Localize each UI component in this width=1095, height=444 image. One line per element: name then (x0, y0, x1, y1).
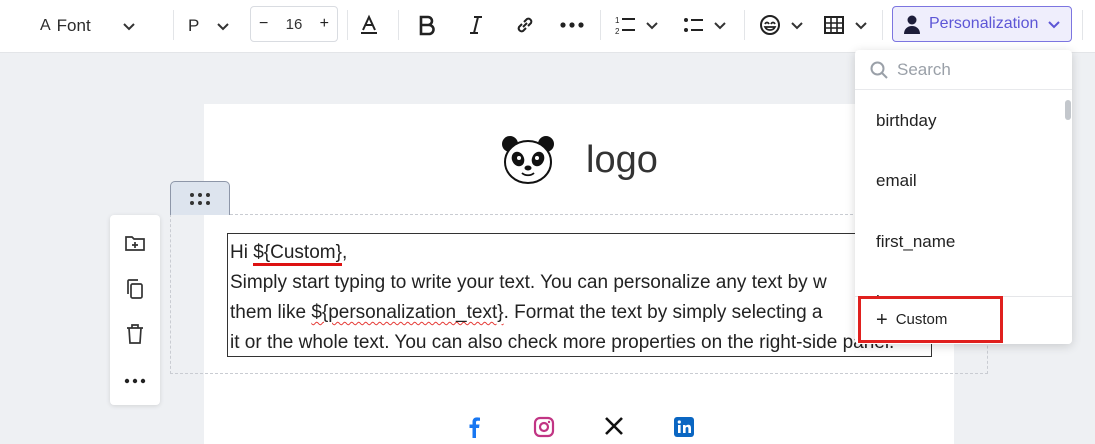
text-color-icon (361, 14, 377, 34)
panda-logo-icon (502, 136, 554, 184)
text-segment: Hi (230, 242, 254, 263)
toolbar-divider (347, 10, 348, 40)
facebook-glyph (469, 417, 480, 438)
chevron-down-icon (122, 23, 135, 31)
toolbar-divider (744, 10, 745, 40)
table-icon (824, 16, 844, 34)
paragraph-style-dropdown[interactable]: P (188, 12, 231, 40)
toolbar-divider (1082, 10, 1083, 40)
linkedin-glyph (674, 417, 694, 437)
facebook-icon[interactable] (464, 416, 486, 438)
emoji-icon (760, 15, 780, 35)
block-actions-panel (110, 215, 160, 405)
menu-item-birthday[interactable]: birthday (876, 111, 936, 131)
personalization-dropdown[interactable]: Personalization (892, 6, 1072, 42)
search-input[interactable]: Search (855, 50, 1072, 90)
font-family-label: Font (56, 16, 91, 35)
text-line: Hi ${Custom}, (230, 238, 931, 268)
add-custom-variable-button[interactable]: + Custom (858, 296, 1003, 343)
font-family-dropdown[interactable]: A Font (40, 12, 137, 40)
ordered-list-button[interactable]: 12 (614, 14, 660, 36)
x-glyph (605, 417, 623, 435)
more-horizontal-icon (560, 22, 584, 28)
text-segment: , (341, 242, 348, 263)
custom-variable-token[interactable]: ${Custom} (253, 242, 342, 266)
plus-icon: + (876, 308, 888, 331)
svg-text:1: 1 (615, 16, 620, 25)
copy-icon (127, 279, 143, 299)
folder-add-icon (125, 236, 145, 251)
link-button[interactable] (514, 14, 536, 36)
linkedin-icon[interactable] (673, 416, 695, 438)
more-horizontal-icon (124, 378, 146, 384)
text-line: Simply start typing to write your text. … (230, 272, 827, 293)
personalization-variable-token[interactable]: ${personalization_text} (311, 302, 503, 323)
toolbar-divider (600, 10, 601, 40)
more-options-button[interactable] (558, 14, 586, 36)
font-size-stepper[interactable]: − 16 + (250, 6, 338, 42)
personalization-label: Personalization (929, 15, 1039, 32)
more-block-options-button[interactable] (123, 369, 147, 393)
text-color-button[interactable] (358, 14, 380, 36)
custom-variable-label: Custom (895, 311, 948, 328)
emoji-button[interactable] (759, 14, 805, 36)
menu-item-email[interactable]: email (876, 171, 917, 191)
save-block-button[interactable] (123, 231, 147, 255)
search-placeholder: Search (897, 59, 951, 79)
italic-button[interactable] (465, 14, 487, 36)
link-icon (517, 17, 533, 33)
search-icon (870, 61, 888, 79)
decrease-size-button[interactable]: − (259, 15, 268, 33)
logo-block[interactable]: logo (500, 134, 658, 186)
bold-icon (419, 15, 435, 36)
chevron-down-icon (791, 22, 803, 30)
text-block-editor[interactable]: Hi ${Custom}, Simply start typing to wri… (227, 233, 932, 357)
text-segment: them like (230, 302, 312, 323)
instagram-glyph (533, 416, 555, 438)
delete-block-button[interactable] (123, 322, 147, 346)
paragraph-style-label: P (188, 16, 200, 35)
svg-text:2: 2 (615, 27, 620, 36)
chevron-down-icon (646, 22, 658, 30)
chevron-down-icon (1048, 21, 1061, 29)
drag-dots-icon (190, 192, 210, 205)
trash-icon (127, 324, 143, 344)
chevron-down-icon (714, 22, 726, 30)
chevron-down-icon (217, 23, 230, 31)
block-drag-handle[interactable] (170, 181, 230, 215)
instagram-icon[interactable] (533, 416, 555, 438)
font-icon: A (40, 17, 51, 34)
duplicate-block-button[interactable] (123, 277, 147, 301)
x-icon[interactable] (604, 416, 624, 436)
toolbar-divider (882, 10, 883, 40)
numbered-list-icon: 12 (615, 16, 635, 36)
menu-item-first-name[interactable]: first_name (876, 232, 955, 252)
italic-icon (470, 16, 482, 34)
toolbar-divider (173, 10, 174, 40)
bullet-list-button[interactable] (682, 14, 728, 36)
increase-size-button[interactable]: + (320, 15, 329, 33)
text-segment: . Format the text by simply selecting a (503, 302, 823, 323)
bullet-list-icon (684, 18, 703, 32)
font-size-value[interactable]: 16 (286, 16, 303, 33)
chevron-down-icon (855, 22, 867, 30)
user-icon (904, 15, 920, 34)
logo-text: logo (586, 138, 658, 181)
text-line: them like ${personalization_text}. Forma… (230, 298, 931, 328)
table-button[interactable] (823, 14, 869, 36)
bold-button[interactable] (416, 14, 438, 36)
menu-scrollbar[interactable] (1065, 100, 1071, 120)
text-line: it or the whole text. You can also check… (230, 332, 895, 353)
editor-toolbar: A Font P − 16 + 12 Personalization (0, 0, 1095, 53)
toolbar-divider (398, 10, 399, 40)
